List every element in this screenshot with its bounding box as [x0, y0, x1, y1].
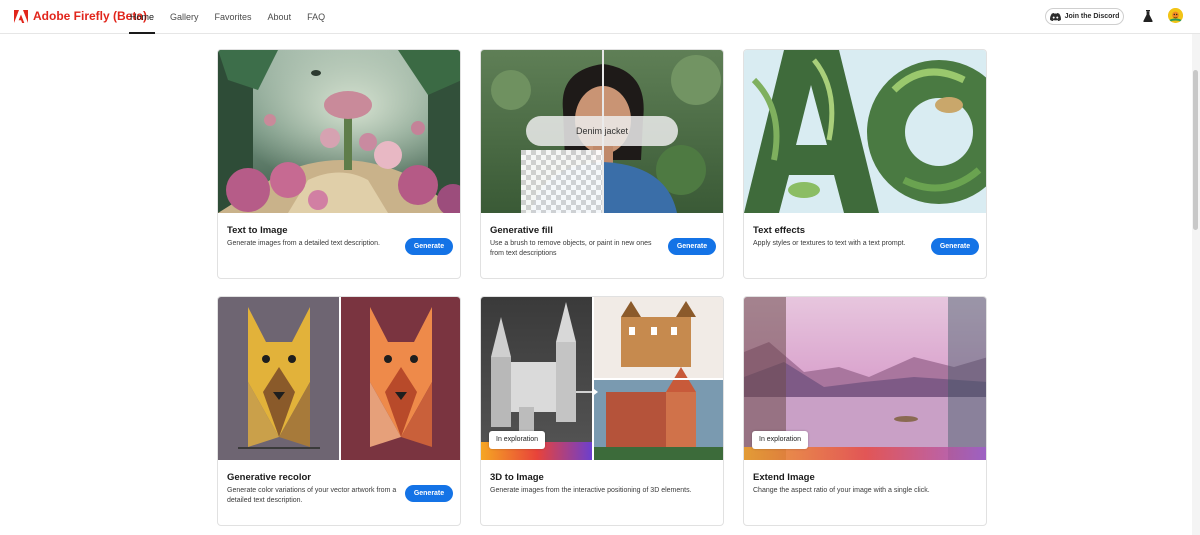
join-discord-label: Join the Discord: [1064, 13, 1120, 20]
adobe-logo-icon: [14, 9, 28, 23]
3d-to-image-preview: In exploration: [481, 297, 723, 460]
flask-icon[interactable]: [1143, 10, 1153, 22]
in-exploration-badge: In exploration: [752, 431, 809, 449]
card-description: Generate images from the interactive pos…: [490, 487, 692, 494]
card-generative-recolor[interactable]: Generative recolor Generate color variat…: [217, 296, 461, 526]
nav-item-favorites[interactable]: Favorites: [215, 0, 252, 34]
generate-button[interactable]: Generate: [668, 238, 716, 255]
top-bar: Adobe Firefly (Beta) Home Gallery Favori…: [0, 0, 1200, 34]
generative-recolor-preview: [218, 297, 460, 460]
card-description: Change the aspect ratio of your image wi…: [753, 487, 930, 494]
text-effects-preview: [744, 50, 986, 213]
card-title: 3D to Image: [490, 472, 544, 483]
card-extend-image[interactable]: In exploration Extend Image Change the a…: [743, 296, 987, 526]
card-title: Generative fill: [490, 225, 553, 236]
card-description: Generate color variations of your vector…: [227, 487, 397, 504]
generative-fill-preview: Denim jacket: [481, 50, 723, 213]
card-title: Extend Image: [753, 472, 815, 483]
nav-item-gallery[interactable]: Gallery: [170, 0, 199, 34]
card-title: Generative recolor: [227, 472, 311, 483]
join-discord-button[interactable]: Join the Discord: [1045, 8, 1124, 25]
card-3d-to-image[interactable]: In exploration 3D to Image Generate imag…: [480, 296, 724, 526]
card-title: Text effects: [753, 225, 806, 236]
generate-button[interactable]: Generate: [405, 485, 453, 502]
text-to-image-preview: [218, 50, 460, 213]
in-exploration-badge: In exploration: [489, 431, 546, 449]
generate-button[interactable]: Generate: [931, 238, 979, 255]
nav-item-home[interactable]: Home: [128, 0, 156, 34]
nav-item-about[interactable]: About: [268, 0, 292, 34]
card-text-effects[interactable]: Text effects Apply styles or textures to…: [743, 49, 987, 279]
avatar[interactable]: [1168, 8, 1183, 23]
card-text-to-image[interactable]: Text to Image Generate images from a det…: [217, 49, 461, 279]
generate-button[interactable]: Generate: [405, 238, 453, 255]
nav-item-faq[interactable]: FAQ: [307, 0, 325, 34]
prompt-pill: Denim jacket: [526, 116, 678, 146]
brand[interactable]: Adobe Firefly (Beta): [14, 9, 147, 23]
main-nav: Home Gallery Favorites About FAQ: [128, 0, 341, 34]
discord-icon: [1049, 12, 1061, 21]
card-description: Apply styles or textures to text with a …: [753, 240, 906, 247]
card-generative-fill[interactable]: Denim jacket Generative fill Use a brush…: [480, 49, 724, 279]
page-scrollbar[interactable]: [1192, 34, 1200, 535]
card-description: Use a brush to remove objects, or paint …: [490, 240, 652, 257]
card-description: Generate images from a detailed text des…: [227, 240, 380, 247]
card-title: Text to Image: [227, 225, 288, 236]
avatar-image: [1168, 8, 1183, 23]
scrollbar-thumb[interactable]: [1193, 70, 1198, 230]
extend-image-preview: In exploration: [744, 297, 986, 460]
